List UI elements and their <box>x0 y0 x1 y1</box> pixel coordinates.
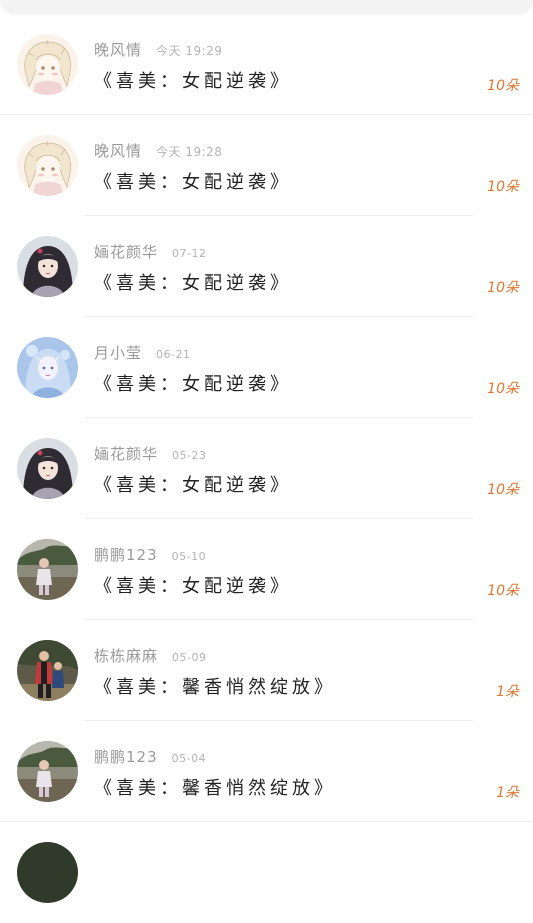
list-item[interactable]: 婳花颜华 07-12 《喜美：女配逆袭》 10朵 <box>0 216 533 317</box>
flower-count: 1朵 <box>496 684 519 700</box>
gift-title: 《喜美：女配逆袭》 <box>94 273 292 294</box>
flower-count: 10朵 <box>487 280 519 296</box>
gift-record-list: 晚风情 今天 19:29 《喜美：女配逆袭》 10朵 晚风情 今天 19:28 《喜… <box>0 14 533 923</box>
avatar[interactable] <box>17 135 78 196</box>
list-item[interactable]: 月小莹 06-21 《喜美：女配逆袭》 10朵 <box>0 317 533 418</box>
list-item[interactable]: 栋栋麻麻 05-09 《喜美：馨香悄然绽放》 1朵 <box>0 620 533 721</box>
time-label: 05-10 <box>171 550 207 563</box>
user-name-text: 晚风情 <box>94 41 143 59</box>
time-label: 05-09 <box>172 651 207 664</box>
user-name: 月小莹 06-21 <box>94 342 190 363</box>
user-name: 晚风情 今天 19:29 <box>94 39 222 60</box>
user-name: 婳花颜华 07-12 <box>94 241 206 262</box>
gift-title: 《喜美：女配逆袭》 <box>94 71 292 92</box>
top-panel-edge <box>0 0 533 14</box>
flower-count: 10朵 <box>487 78 519 94</box>
user-name-text: 月小莹 <box>94 344 143 362</box>
user-name: 鹏鹏123 05-04 <box>94 746 206 767</box>
time-label: 05-04 <box>171 752 207 765</box>
list-item-partial[interactable] <box>0 822 533 923</box>
time-label: 06-21 <box>156 348 191 361</box>
list-item[interactable]: 鹏鹏123 05-04 《喜美：馨香悄然绽放》 1朵 <box>0 721 533 822</box>
avatar[interactable] <box>17 236 78 297</box>
flower-count: 10朵 <box>487 381 519 397</box>
gift-title: 《喜美：馨香悄然绽放》 <box>94 677 336 698</box>
user-name-text: 晚风情 <box>94 142 143 160</box>
flower-count: 1朵 <box>496 785 519 801</box>
user-name-text: 婳花颜华 <box>94 243 159 261</box>
gift-title: 《喜美：女配逆袭》 <box>94 374 292 395</box>
user-name: 婳花颜华 05-23 <box>94 443 206 464</box>
avatar[interactable] <box>17 640 78 701</box>
time-label: 05-23 <box>172 449 207 462</box>
avatar[interactable] <box>17 539 78 600</box>
gift-title: 《喜美：馨香悄然绽放》 <box>94 778 336 799</box>
gift-title: 《喜美：女配逆袭》 <box>94 172 292 193</box>
flower-count: 10朵 <box>487 583 519 599</box>
user-name: 鹏鹏123 05-10 <box>94 544 206 565</box>
user-name-text: 鹏鹏123 <box>94 748 158 766</box>
flower-count: 10朵 <box>487 482 519 498</box>
avatar[interactable] <box>17 842 78 903</box>
list-item[interactable]: 鹏鹏123 05-10 《喜美：女配逆袭》 10朵 <box>0 519 533 620</box>
avatar[interactable] <box>17 438 78 499</box>
user-name-text: 鹏鹏123 <box>94 546 158 564</box>
user-name-text: 婳花颜华 <box>94 445 159 463</box>
flower-count: 10朵 <box>487 179 519 195</box>
user-name-text: 栋栋麻麻 <box>94 647 159 665</box>
time-label: 今天 19:28 <box>156 145 223 159</box>
list-item[interactable]: 晚风情 今天 19:28 《喜美：女配逆袭》 10朵 <box>0 115 533 216</box>
user-name: 栋栋麻麻 05-09 <box>94 645 206 666</box>
time-label: 今天 19:29 <box>156 44 223 58</box>
time-label: 07-12 <box>172 247 207 260</box>
list-item[interactable]: 晚风情 今天 19:29 《喜美：女配逆袭》 10朵 <box>0 14 533 115</box>
user-name: 晚风情 今天 19:28 <box>94 140 222 161</box>
gift-title: 《喜美：女配逆袭》 <box>94 576 292 597</box>
gift-title: 《喜美：女配逆袭》 <box>94 475 292 496</box>
avatar[interactable] <box>17 741 78 802</box>
list-item[interactable]: 婳花颜华 05-23 《喜美：女配逆袭》 10朵 <box>0 418 533 519</box>
avatar[interactable] <box>17 34 78 95</box>
avatar[interactable] <box>17 337 78 398</box>
